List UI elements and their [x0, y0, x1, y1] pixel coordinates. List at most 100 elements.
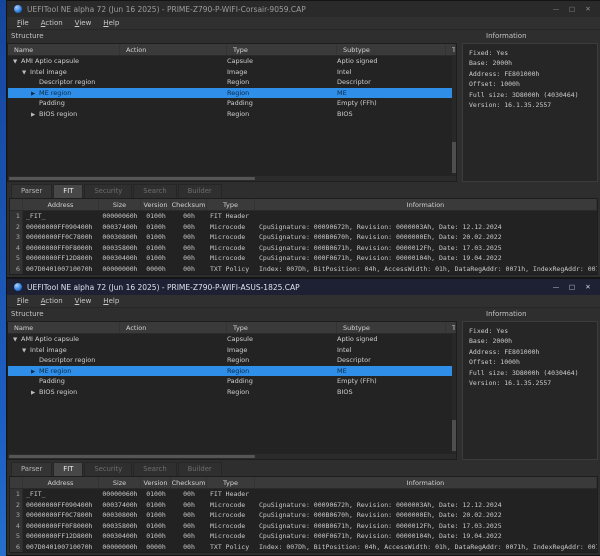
fit-table-row[interactable]: 4 00000000FF0F8000h 00035800h 0100h 00h …: [10, 243, 597, 254]
minimize-icon[interactable]: —: [548, 1, 564, 17]
tab[interactable]: FIT: [53, 462, 83, 476]
horizontal-scrollbar-thumb[interactable]: [9, 455, 255, 458]
expand-arrow-icon[interactable]: ▼: [22, 68, 30, 78]
expand-arrow-icon[interactable]: ▼: [13, 335, 21, 345]
tab[interactable]: Builder: [178, 462, 222, 476]
fit-table-row[interactable]: 1 _FIT_ 00000060h 0100h 00h FIT Header: [10, 489, 597, 500]
fit-info: CpuSignature: 000F0671h, Revision: 00000…: [255, 253, 597, 264]
tree-row[interactable]: ▶ME region Region ME: [8, 366, 456, 377]
fit-table-row[interactable]: 2 00000000FF090400h 00037400h 0100h 00h …: [10, 222, 597, 233]
vertical-scrollbar-thumb[interactable]: [452, 142, 456, 173]
tab[interactable]: Search: [133, 462, 176, 476]
tab[interactable]: Search: [133, 184, 176, 198]
vertical-scrollbar[interactable]: [452, 56, 456, 175]
column-header-information[interactable]: Information: [255, 477, 597, 488]
tab[interactable]: Parser: [11, 462, 52, 476]
column-header-checksum[interactable]: Checksum: [171, 477, 207, 488]
tree-row[interactable]: ▶BIOS region Region BIOS: [8, 387, 456, 398]
tree-row[interactable]: ▼AMI Aptio capsule Capsule Aptio signed: [8, 334, 456, 345]
information-line: Version: 16.1.35.2557: [469, 100, 595, 110]
tree-row[interactable]: Padding Padding Empty (FFh): [8, 376, 456, 387]
column-header-type[interactable]: Type: [227, 44, 337, 55]
column-header-name[interactable]: Name: [8, 322, 120, 333]
column-header-size[interactable]: Size: [99, 199, 141, 210]
menu-item[interactable]: View: [70, 296, 97, 306]
column-header-action[interactable]: Action: [120, 44, 227, 55]
fit-table-row[interactable]: 2 00000000FF090400h 00037400h 0100h 00h …: [10, 500, 597, 511]
vertical-scrollbar-thumb[interactable]: [452, 420, 456, 451]
information-panel-title: Information: [462, 310, 598, 318]
fit-table-row[interactable]: 5 00000000FF12D800h 00030400h 0100h 00h …: [10, 253, 597, 264]
fit-table-row[interactable]: 4 00000000FF0F8000h 00035800h 0100h 00h …: [10, 521, 597, 532]
information-line: Fixed: Yes: [469, 326, 595, 336]
column-header-version[interactable]: Version: [141, 199, 171, 210]
column-header-version[interactable]: Version: [141, 477, 171, 488]
vertical-scrollbar[interactable]: [452, 334, 456, 453]
column-header-checksum[interactable]: Checksum: [171, 199, 207, 210]
fit-table-row[interactable]: 6 007D040100710070h 00000000h 0000h 00h …: [10, 264, 597, 275]
column-header-action[interactable]: Action: [120, 322, 227, 333]
fit-table-row[interactable]: 3 00000000FF0C7800h 00030800h 0100h 00h …: [10, 510, 597, 521]
tree-row[interactable]: ▶BIOS region Region BIOS: [8, 109, 456, 120]
menu-item[interactable]: Help: [98, 18, 124, 28]
tree-row[interactable]: ▶ME region Region ME: [8, 88, 456, 99]
tree-row[interactable]: Padding Padding Empty (FFh): [8, 98, 456, 109]
tree-row[interactable]: ▼Intel image Image Intel: [8, 67, 456, 78]
fit-table-row[interactable]: 3 00000000FF0C7800h 00030800h 0100h 00h …: [10, 232, 597, 243]
menu-item[interactable]: Action: [36, 296, 68, 306]
structure-tree-header: Name Action Type Subtype Text: [8, 44, 456, 56]
fit-type: TXT Policy: [207, 264, 255, 275]
column-header-text[interactable]: Text: [446, 44, 456, 55]
fit-table-row[interactable]: 5 00000000FF12D800h 00030400h 0100h 00h …: [10, 531, 597, 542]
expand-arrow-icon[interactable]: ▼: [13, 57, 21, 67]
tree-row[interactable]: ▼AMI Aptio capsule Capsule Aptio signed: [8, 56, 456, 67]
menu-item[interactable]: File: [12, 296, 34, 306]
column-header-name[interactable]: Name: [8, 44, 120, 55]
column-header-information[interactable]: Information: [255, 199, 597, 210]
expand-arrow-icon[interactable]: ▶: [31, 110, 39, 120]
column-header-address[interactable]: Address: [23, 199, 99, 210]
column-header-type[interactable]: Type: [207, 199, 255, 210]
tree-row[interactable]: Descriptor region Region Descriptor: [8, 355, 456, 366]
expand-arrow-icon[interactable]: ▶: [31, 89, 39, 99]
fit-table-row[interactable]: 6 007D040100710070h 00000000h 0000h 00h …: [10, 542, 597, 553]
tab[interactable]: FIT: [53, 184, 83, 198]
title-bar[interactable]: UEFITool NE alpha 72 (Jun 16 2025) - PRI…: [7, 1, 600, 17]
fit-info: [255, 489, 597, 500]
tree-row[interactable]: Descriptor region Region Descriptor: [8, 77, 456, 88]
tab[interactable]: Builder: [178, 184, 222, 198]
maximize-icon[interactable]: □: [564, 1, 580, 17]
fit-checksum: 00h: [171, 222, 207, 233]
column-header-size[interactable]: Size: [99, 477, 141, 488]
row-number: 2: [10, 222, 23, 233]
expand-arrow-icon[interactable]: ▶: [31, 388, 39, 398]
column-header-type[interactable]: Type: [227, 322, 337, 333]
minimize-icon[interactable]: —: [548, 279, 564, 295]
title-bar[interactable]: UEFITool NE alpha 72 (Jun 16 2025) - PRI…: [7, 279, 600, 295]
column-header-text[interactable]: Text: [446, 322, 456, 333]
fit-table-row[interactable]: 1 _FIT_ 00000060h 0100h 00h FIT Header: [10, 211, 597, 222]
fit-checksum: 00h: [171, 211, 207, 222]
expand-arrow-icon[interactable]: ▼: [22, 346, 30, 356]
column-header-address[interactable]: Address: [23, 477, 99, 488]
fit-version: 0100h: [141, 489, 171, 500]
tree-row[interactable]: ▼Intel image Image Intel: [8, 345, 456, 356]
menu-item[interactable]: Help: [98, 296, 124, 306]
menu-item[interactable]: Action: [36, 18, 68, 28]
tab[interactable]: Security: [84, 462, 132, 476]
horizontal-scrollbar[interactable]: [8, 175, 456, 181]
horizontal-scrollbar-thumb[interactable]: [9, 177, 255, 180]
horizontal-scrollbar[interactable]: [8, 453, 456, 459]
close-icon[interactable]: ✕: [580, 1, 596, 17]
tab[interactable]: Parser: [11, 184, 52, 198]
close-icon[interactable]: ✕: [580, 279, 596, 295]
expand-arrow-icon[interactable]: ▶: [31, 367, 39, 377]
menu-item[interactable]: File: [12, 18, 34, 28]
maximize-icon[interactable]: □: [564, 279, 580, 295]
menu-item[interactable]: View: [70, 18, 97, 28]
dock-labels: Structure Information: [7, 30, 600, 42]
column-header-subtype[interactable]: Subtype: [337, 44, 446, 55]
column-header-type[interactable]: Type: [207, 477, 255, 488]
column-header-subtype[interactable]: Subtype: [337, 322, 446, 333]
tab[interactable]: Security: [84, 184, 132, 198]
